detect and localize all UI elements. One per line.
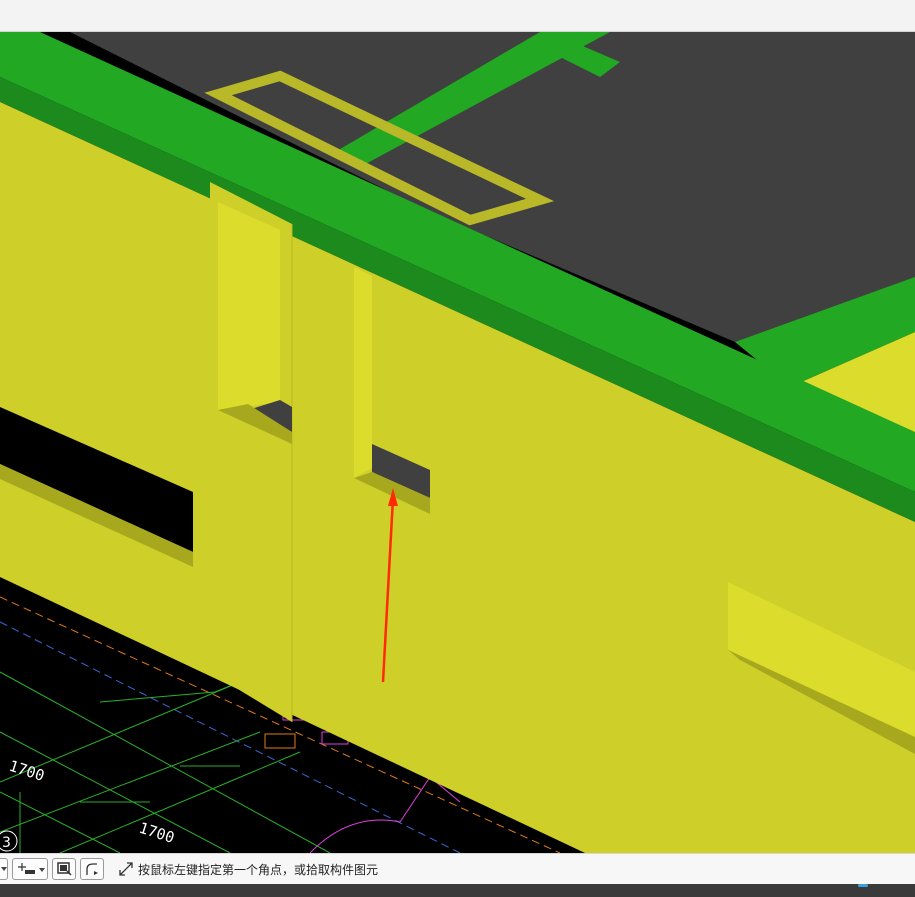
dropdown-icon[interactable] [0, 858, 8, 880]
3d-viewport[interactable]: 1700 1700 3 [0, 32, 915, 853]
command-prompt: 按鼠标左键指定第一个角点，或拾取构件图元 [118, 861, 378, 878]
view-select-icon[interactable] [52, 858, 76, 880]
status-bar: 按鼠标左键指定第一个角点，或拾取构件图元 [0, 853, 915, 884]
dimension-label-1: 1700 [7, 757, 47, 785]
window-reveal-1 [218, 202, 280, 410]
app-window: 1700 1700 3 按鼠标左键指定第一个角点，或拾取构件图元 [0, 0, 915, 897]
dimension-label-2: 1700 [137, 819, 177, 847]
window-reveal-2 [354, 267, 372, 478]
taskbar-strip [0, 884, 915, 897]
prompt-text: 按鼠标左键指定第一个角点，或拾取构件图元 [138, 862, 379, 877]
axis-number: 3 [2, 835, 11, 851]
active-indicator [858, 884, 868, 887]
3d-scene[interactable]: 1700 1700 3 [0, 32, 915, 853]
expand-icon [119, 862, 133, 876]
top-toolbar [0, 0, 915, 32]
polyline-icon[interactable] [80, 858, 104, 880]
point-add-icon[interactable] [12, 858, 48, 880]
